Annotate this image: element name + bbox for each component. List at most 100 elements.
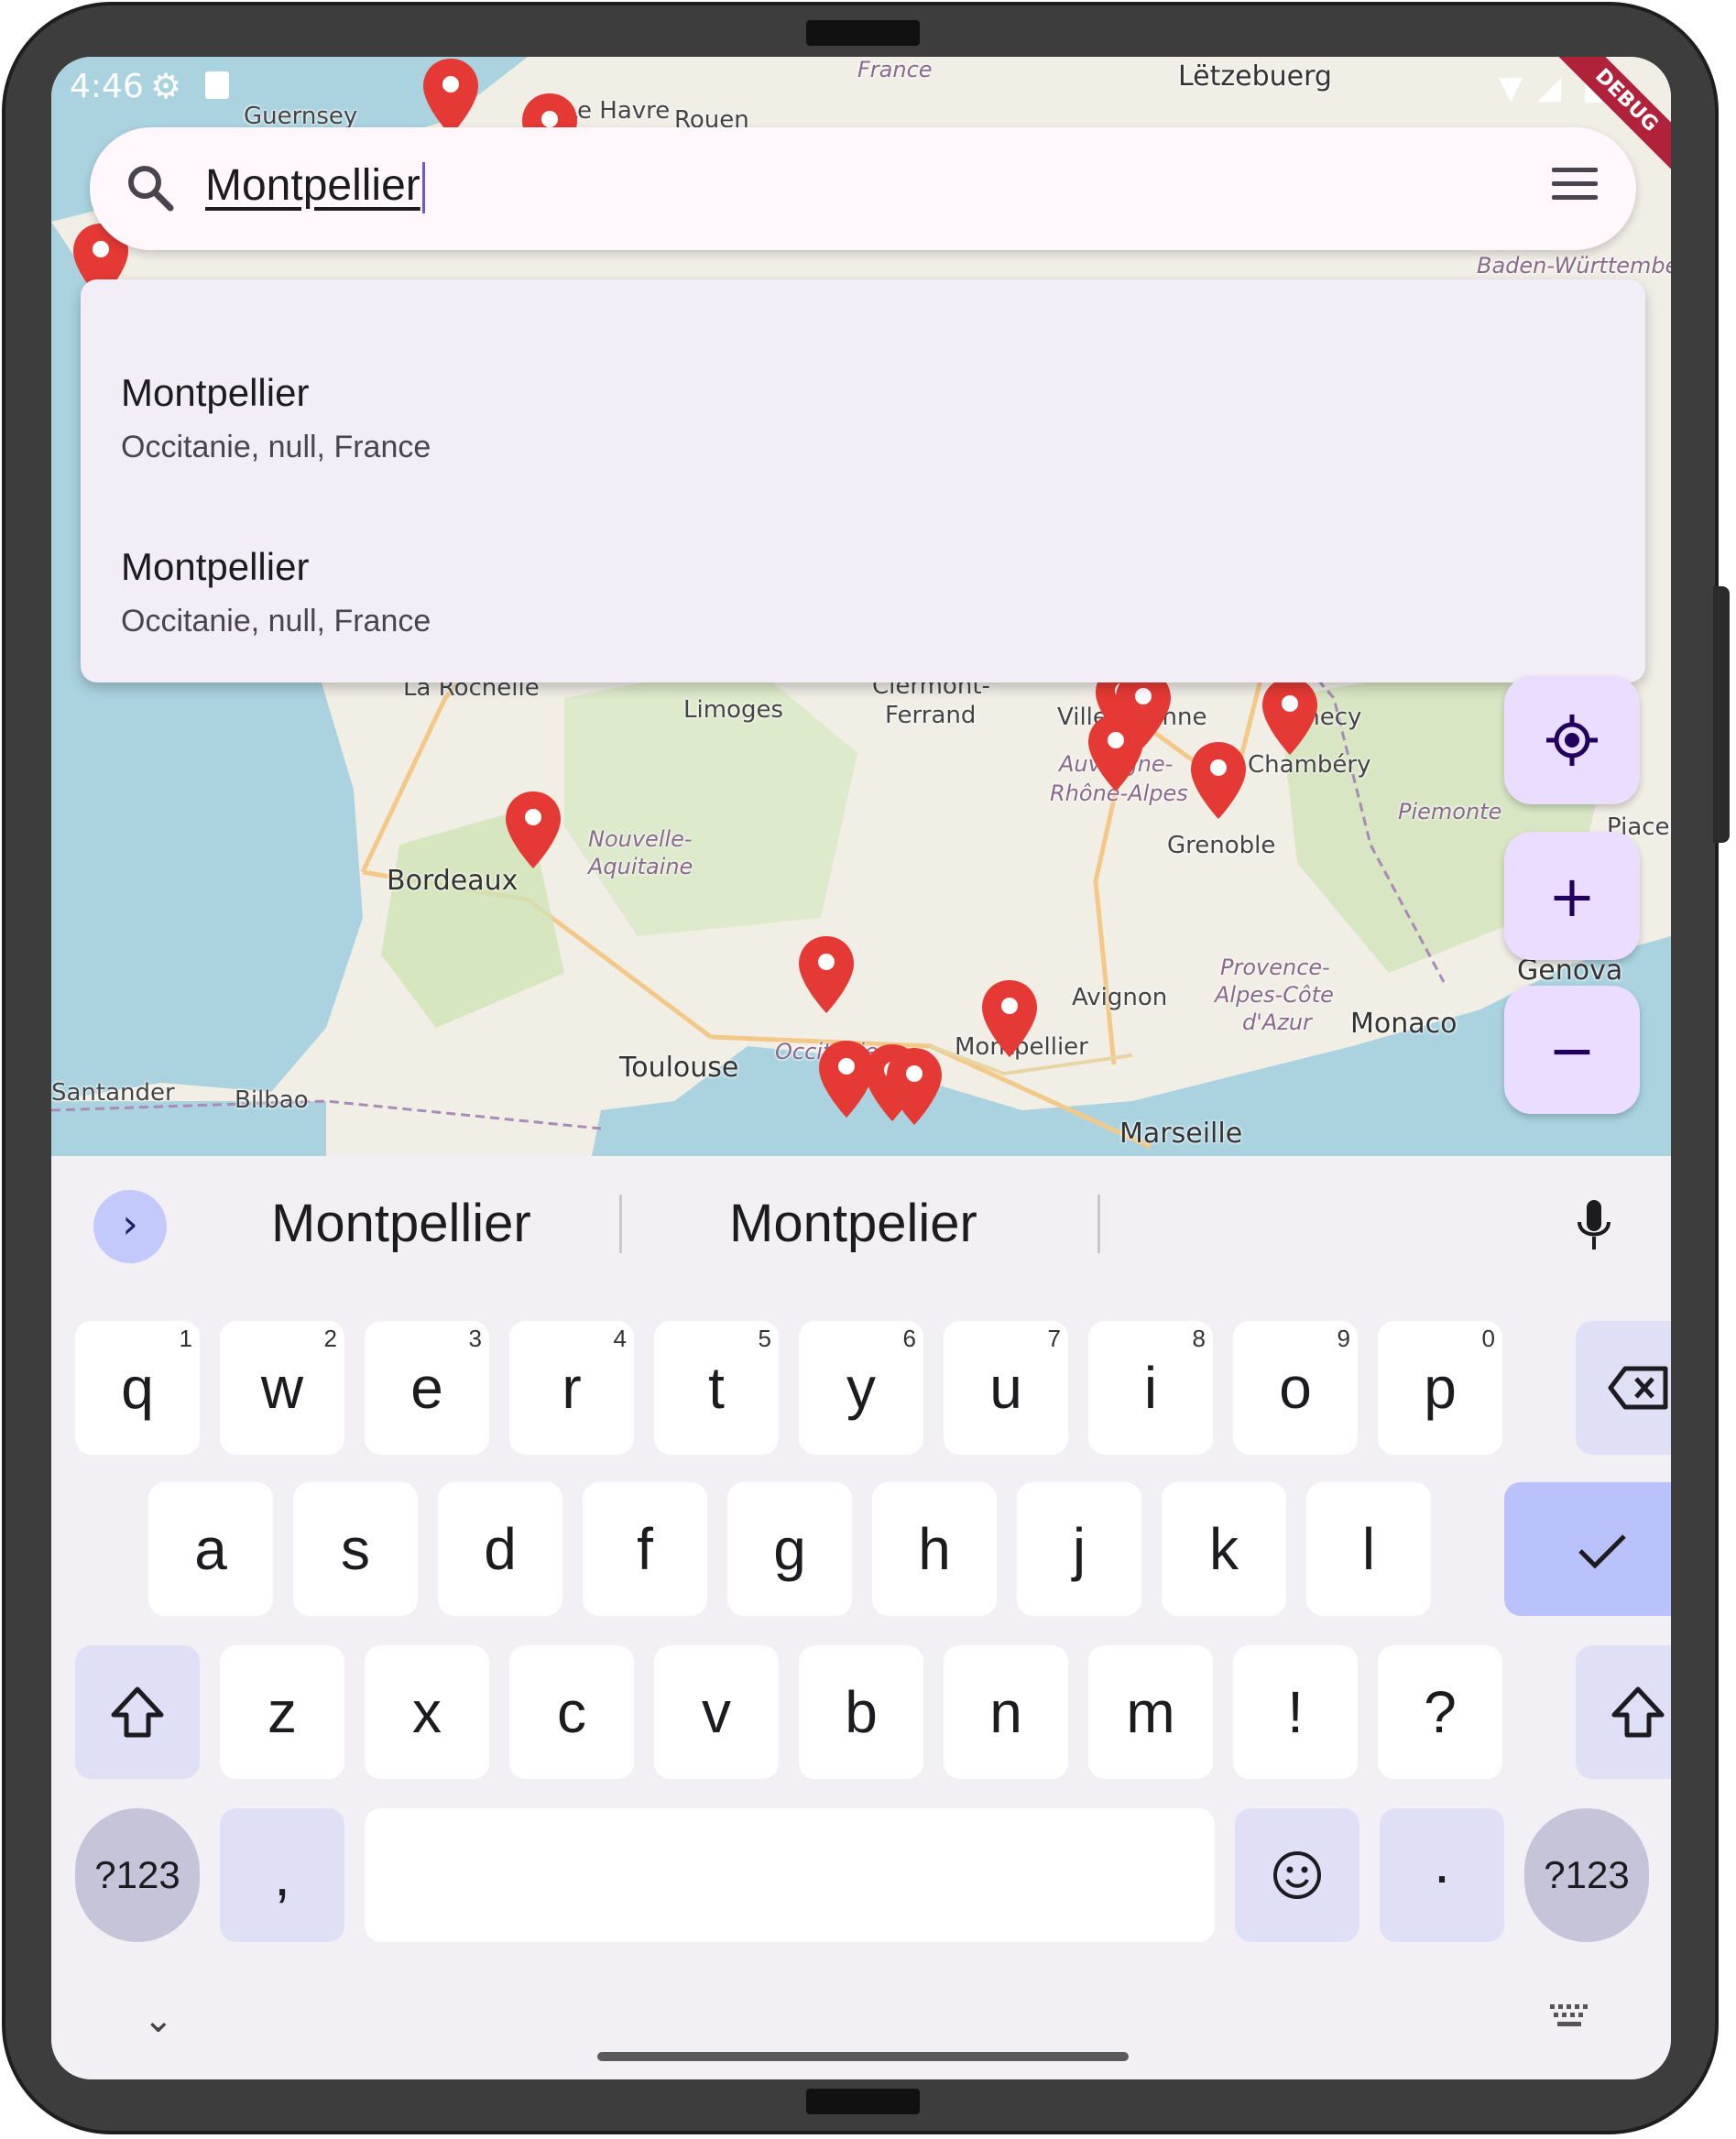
- status-bar: 4:46 ⚙ ▼ ◢ DEBUG: [51, 57, 1671, 174]
- map-pin-icon[interactable]: [1189, 740, 1248, 821]
- map-label-provence2: Alpes-Côte: [1215, 982, 1334, 1008]
- key-k[interactable]: k: [1162, 1482, 1286, 1616]
- shift-key[interactable]: [1576, 1645, 1671, 1779]
- backspace-icon: [1608, 1366, 1668, 1410]
- key-n[interactable]: n: [944, 1645, 1068, 1779]
- key-d[interactable]: d: [438, 1482, 562, 1616]
- key-q[interactable]: q1: [75, 1321, 200, 1455]
- gesture-nav-handle[interactable]: [597, 2052, 1129, 2061]
- map-label-nouvelle2: Aquitaine: [588, 854, 693, 879]
- key-p[interactable]: p0: [1378, 1321, 1502, 1455]
- device-hinge-top: [806, 20, 920, 46]
- map-label-santander: Santander: [51, 1079, 175, 1107]
- key-label: p: [1424, 1355, 1457, 1421]
- key-c[interactable]: c: [509, 1645, 634, 1779]
- key-i[interactable]: i8: [1088, 1321, 1213, 1455]
- zoom-out-button[interactable]: −: [1504, 986, 1640, 1114]
- keyboard-suggestion[interactable]: Montpellier: [271, 1193, 531, 1254]
- map-label-nouvelle1: Nouvelle-: [588, 826, 693, 852]
- symbols-key[interactable]: ?123: [1524, 1808, 1649, 1942]
- key-y[interactable]: y6: [799, 1321, 923, 1455]
- search-query: Montpellier: [205, 161, 420, 210]
- key-exclamation[interactable]: !: [1233, 1645, 1358, 1779]
- key-number-hint: 6: [902, 1325, 916, 1352]
- suggestion-item[interactable]: Montpellier Occitanie, null, France: [121, 371, 431, 465]
- key-label: w: [260, 1355, 304, 1421]
- suggestion-item[interactable]: Montpellier Occitanie, null, France: [121, 545, 431, 639]
- divider: [1097, 1195, 1100, 1253]
- screen: France Lëtzebuerg Guernsey Le Havre Roue…: [51, 57, 1671, 2079]
- shift-arrow-icon: [111, 1686, 164, 1738]
- key-label: i: [1143, 1355, 1158, 1421]
- comma-key[interactable]: ,: [220, 1808, 344, 1942]
- key-label: u: [989, 1355, 1022, 1421]
- map-label-bilbao: Bilbao: [235, 1086, 309, 1114]
- key-o[interactable]: o9: [1233, 1321, 1358, 1455]
- microphone-icon[interactable]: [1576, 1198, 1612, 1255]
- key-number-hint: 4: [613, 1325, 627, 1352]
- key-g[interactable]: g: [727, 1482, 852, 1616]
- divider: [619, 1195, 622, 1253]
- map-label-bordeaux: Bordeaux: [387, 865, 519, 897]
- key-b[interactable]: b: [799, 1645, 923, 1779]
- status-time: 4:46: [70, 68, 144, 105]
- settings-gear-icon: ⚙: [150, 66, 182, 106]
- key-u[interactable]: u7: [944, 1321, 1068, 1455]
- key-t[interactable]: t5: [654, 1321, 779, 1455]
- minus-icon: −: [1548, 1016, 1596, 1084]
- map-pin-icon[interactable]: [797, 934, 856, 1015]
- key-z[interactable]: z: [220, 1645, 344, 1779]
- backspace-key[interactable]: [1576, 1321, 1671, 1455]
- map-label-toulouse: Toulouse: [619, 1052, 739, 1084]
- shift-key[interactable]: [75, 1645, 200, 1779]
- plus-icon: +: [1548, 862, 1596, 930]
- emoji-smiley-icon: [1273, 1851, 1321, 1899]
- enter-key[interactable]: [1504, 1482, 1671, 1616]
- space-bar[interactable]: [365, 1808, 1215, 1942]
- key-a[interactable]: a: [148, 1482, 273, 1616]
- keyboard-switch-icon[interactable]: [1550, 2004, 1590, 2028]
- symbols-key[interactable]: ?123: [75, 1808, 200, 1942]
- map-pin-icon[interactable]: [885, 1046, 944, 1127]
- map-pin-icon[interactable]: [1086, 713, 1145, 793]
- map-label-provence1: Provence-: [1220, 955, 1330, 980]
- suggestion-title: Montpellier: [121, 371, 310, 414]
- search-bar[interactable]: Montpellier: [90, 127, 1636, 250]
- wifi-icon: ▼: [1499, 70, 1523, 106]
- key-w[interactable]: w2: [220, 1321, 344, 1455]
- map-pin-icon[interactable]: [980, 978, 1039, 1059]
- key-m[interactable]: m: [1088, 1645, 1213, 1779]
- key-label: q: [121, 1355, 154, 1421]
- hide-keyboard-chevron-down-icon[interactable]: ⌄: [143, 1999, 174, 2041]
- key-r[interactable]: r4: [509, 1321, 634, 1455]
- search-input[interactable]: Montpellier: [205, 160, 425, 214]
- key-l[interactable]: l: [1306, 1482, 1431, 1616]
- emoji-key[interactable]: [1235, 1808, 1359, 1942]
- shift-arrow-icon: [1611, 1686, 1665, 1738]
- map-label-baden: Baden-Württemberg: [1477, 253, 1671, 278]
- sd-card-icon: [205, 71, 229, 99]
- key-v[interactable]: v: [654, 1645, 779, 1779]
- key-question[interactable]: ?: [1378, 1645, 1502, 1779]
- key-e[interactable]: e3: [365, 1321, 489, 1455]
- expand-toolbar-chevron-right-icon[interactable]: ›: [93, 1190, 167, 1263]
- keyboard-suggestion[interactable]: Montpelier: [729, 1193, 977, 1254]
- key-number-hint: 1: [179, 1325, 192, 1352]
- key-number-hint: 9: [1337, 1325, 1350, 1352]
- signal-icon: ◢: [1537, 70, 1562, 106]
- zoom-in-button[interactable]: +: [1504, 832, 1640, 960]
- key-s[interactable]: s: [293, 1482, 418, 1616]
- map-pin-icon[interactable]: [1261, 676, 1319, 757]
- key-number-hint: 8: [1192, 1325, 1206, 1352]
- period-key[interactable]: ·: [1380, 1808, 1504, 1942]
- map-pin-icon[interactable]: [504, 790, 562, 870]
- key-j[interactable]: j: [1017, 1482, 1141, 1616]
- key-f[interactable]: f: [583, 1482, 707, 1616]
- locate-me-button[interactable]: [1504, 676, 1640, 804]
- key-x[interactable]: x: [365, 1645, 489, 1779]
- map-label-monaco: Monaco: [1350, 1008, 1458, 1040]
- key-h[interactable]: h: [872, 1482, 997, 1616]
- menu-icon[interactable]: [1552, 168, 1598, 204]
- key-label: e: [410, 1355, 443, 1421]
- suggestion-title: Montpellier: [121, 545, 310, 588]
